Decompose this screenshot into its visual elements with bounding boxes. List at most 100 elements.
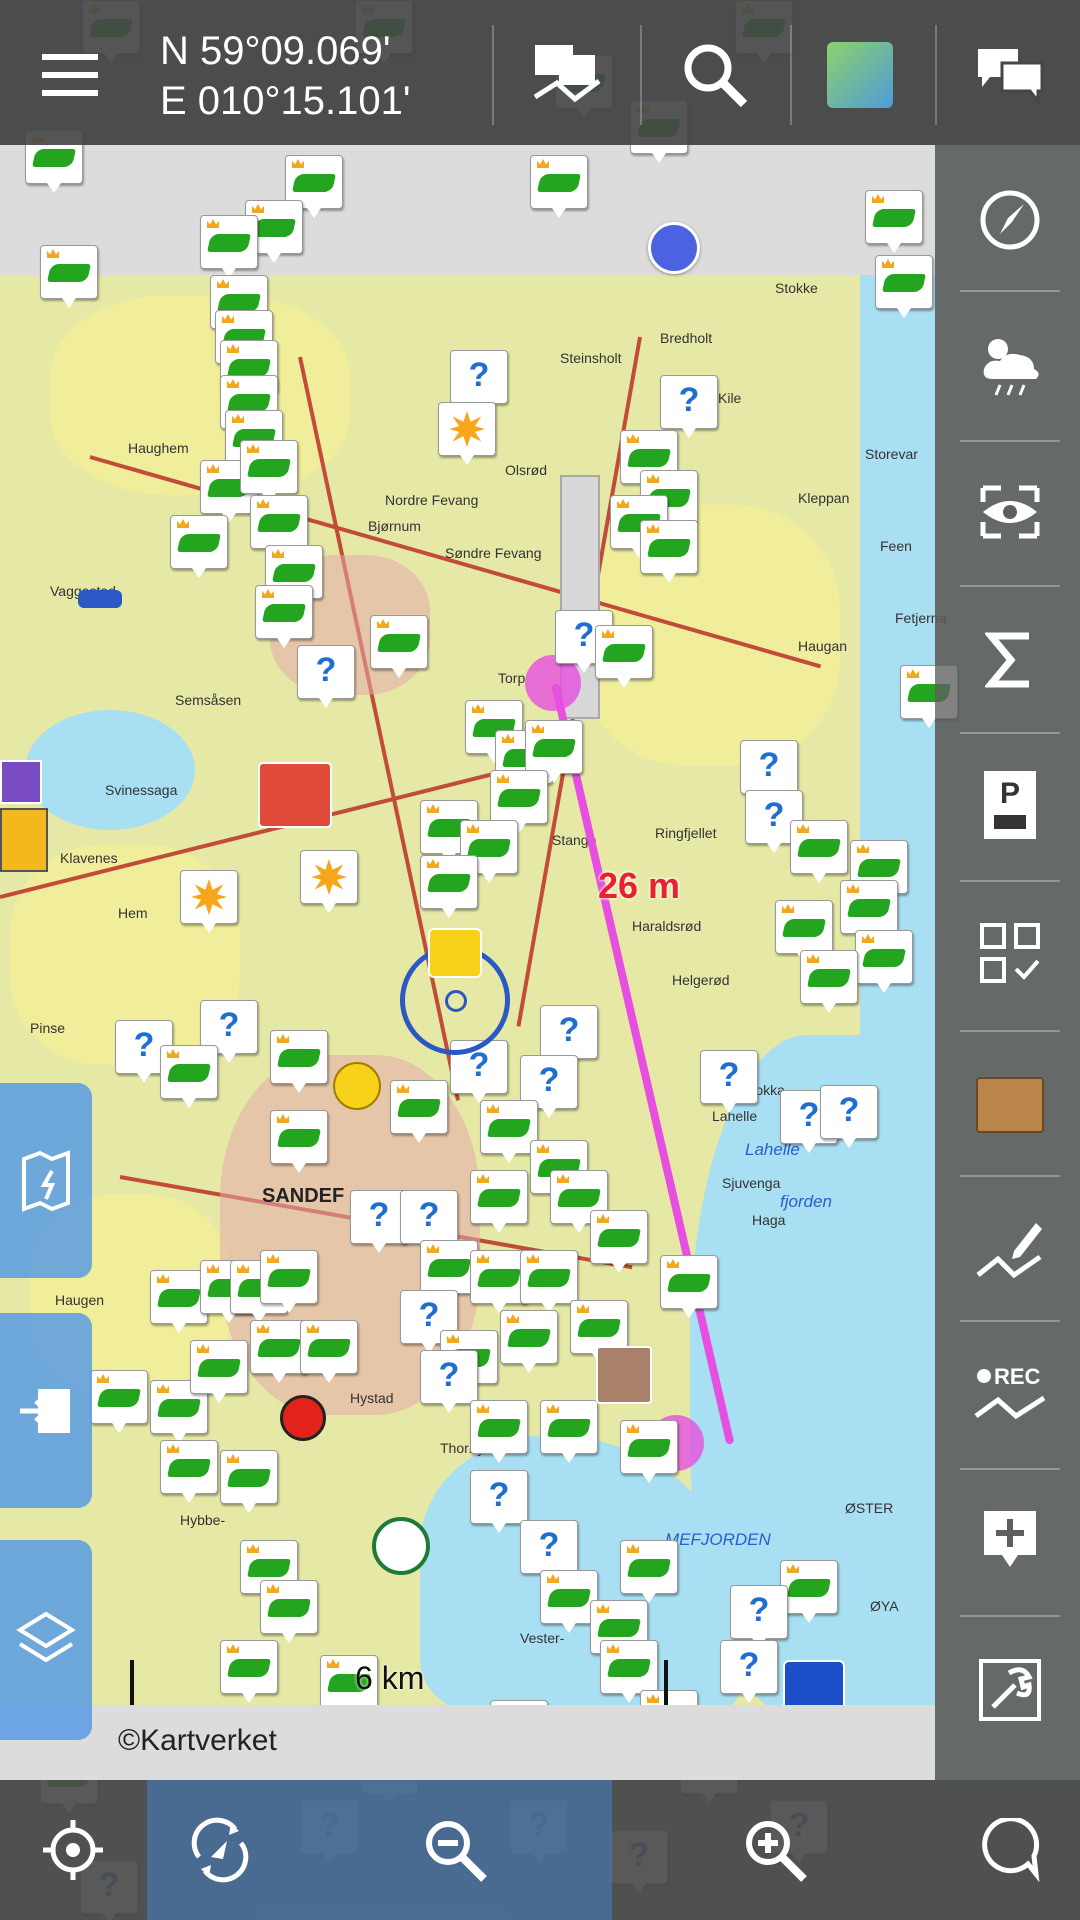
chat-button[interactable]: [955, 20, 1065, 130]
geocache-marker[interactable]: [220, 1450, 278, 1513]
geocache-marker[interactable]: [250, 495, 308, 558]
zoom-out-button[interactable]: [400, 1795, 510, 1905]
draw-track-button[interactable]: [960, 1200, 1060, 1300]
unknown-cache-marker[interactable]: ?: [740, 740, 798, 803]
geocache-marker[interactable]: [390, 1080, 448, 1143]
unknown-cache-marker[interactable]: ?: [720, 1640, 778, 1703]
menu-button[interactable]: [15, 20, 125, 130]
question-mark-icon: ?: [748, 1591, 770, 1629]
recycle-icon[interactable]: [372, 1517, 430, 1575]
parking-car-icon[interactable]: [78, 590, 122, 608]
geocache-marker[interactable]: [260, 1250, 318, 1313]
geocache-marker[interactable]: [840, 880, 898, 943]
left-panel-layers[interactable]: [0, 1540, 92, 1740]
geocache-marker[interactable]: [200, 215, 258, 278]
place-label: MEFJORDEN: [665, 1530, 771, 1549]
sum-button[interactable]: [960, 610, 1060, 710]
geocache-marker[interactable]: [590, 1210, 648, 1273]
left-panel-map-tools[interactable]: [0, 1083, 92, 1278]
geocache-marker[interactable]: [875, 255, 933, 318]
finish-flag-icon[interactable]: [258, 762, 332, 828]
geocache-marker[interactable]: [525, 720, 583, 783]
unknown-cache-marker[interactable]: ?: [730, 1585, 788, 1648]
padlock-marker-icon[interactable]: [428, 928, 482, 978]
record-track-button[interactable]: REC: [960, 1345, 1060, 1445]
crown-icon: [467, 824, 479, 833]
quick-menu-button[interactable]: [955, 1795, 1065, 1905]
parking-button[interactable]: P: [960, 755, 1060, 855]
green-shape-icon: [847, 899, 891, 917]
geocache-marker[interactable]: [260, 1580, 318, 1643]
sun-marker[interactable]: [438, 402, 496, 465]
search-button[interactable]: [660, 20, 770, 130]
left-panel-import[interactable]: [0, 1313, 92, 1508]
geocache-marker[interactable]: [470, 1170, 528, 1233]
geocache-marker[interactable]: [855, 930, 913, 993]
geocache-marker[interactable]: [530, 155, 588, 218]
geocache-marker[interactable]: [270, 1110, 328, 1173]
unknown-cache-marker[interactable]: ?: [470, 1470, 528, 1533]
geocache-marker[interactable]: [300, 1320, 358, 1383]
geocache-marker[interactable]: [800, 950, 858, 1013]
checklist-button[interactable]: [960, 903, 1060, 1003]
add-point-button[interactable]: [960, 1490, 1060, 1590]
geocache-marker[interactable]: [620, 1420, 678, 1483]
geocache-marker[interactable]: [640, 520, 698, 583]
geocache-marker[interactable]: [520, 1250, 578, 1313]
compass-button[interactable]: [960, 170, 1060, 270]
geocache-marker[interactable]: [620, 1540, 678, 1603]
sun-marker[interactable]: [180, 870, 238, 933]
unknown-cache-marker[interactable]: ?: [297, 645, 355, 708]
crown-icon: [477, 1404, 489, 1413]
sun-marker[interactable]: [300, 850, 358, 913]
brown-marker-icon[interactable]: [596, 1346, 652, 1404]
geocache-marker[interactable]: [865, 190, 923, 253]
geocache-marker[interactable]: [490, 770, 548, 833]
settings-button[interactable]: [960, 1640, 1060, 1740]
unknown-cache-marker[interactable]: ?: [820, 1085, 878, 1148]
crown-icon: [507, 1314, 519, 1323]
envelope-icon[interactable]: [0, 760, 42, 804]
unknown-cache-marker[interactable]: ?: [540, 1005, 598, 1068]
geocache-marker[interactable]: [190, 1340, 248, 1403]
geocache-marker[interactable]: [540, 1400, 598, 1463]
geocache-marker[interactable]: [790, 820, 848, 883]
auto-rotate-button[interactable]: [165, 1795, 275, 1905]
geocache-marker[interactable]: [500, 1310, 558, 1373]
geocache-marker[interactable]: [40, 245, 98, 308]
geocache-marker[interactable]: [470, 1400, 528, 1463]
geocache-marker[interactable]: [160, 1045, 218, 1108]
center-location-button[interactable]: [18, 1795, 128, 1905]
crown-icon: [237, 1264, 249, 1273]
geocache-marker[interactable]: [270, 1030, 328, 1093]
weather-button[interactable]: [960, 315, 1060, 415]
map-app-button[interactable]: [805, 20, 915, 130]
unknown-cache-marker[interactable]: ?: [520, 1520, 578, 1583]
geocache-marker[interactable]: [255, 585, 313, 648]
geocache-marker[interactable]: [370, 615, 428, 678]
geocache-marker[interactable]: [775, 900, 833, 963]
geocache-marker[interactable]: [780, 1560, 838, 1623]
unknown-cache-marker[interactable]: ?: [700, 1050, 758, 1113]
geocache-marker[interactable]: [660, 1255, 718, 1318]
sad-face-icon[interactable]: [648, 222, 700, 274]
unknown-cache-marker[interactable]: ?: [400, 1190, 458, 1253]
star-marker-icon[interactable]: [0, 808, 48, 872]
smiley-icon[interactable]: [333, 1062, 381, 1110]
geocache-marker[interactable]: [595, 625, 653, 688]
geocache-marker[interactable]: [240, 440, 298, 503]
visibility-button[interactable]: [960, 462, 1060, 562]
question-mark-icon: ?: [368, 1196, 390, 1234]
zoom-in-button[interactable]: [720, 1795, 830, 1905]
track-button[interactable]: [512, 20, 622, 130]
toolbox-button[interactable]: [960, 1055, 1060, 1155]
geocache-marker[interactable]: [170, 515, 228, 578]
geocache-marker[interactable]: [90, 1370, 148, 1433]
unknown-cache-marker[interactable]: ?: [450, 350, 508, 413]
red-pin-icon[interactable]: [280, 1395, 326, 1441]
geocache-marker[interactable]: [420, 855, 478, 918]
geocache-marker[interactable]: [160, 1440, 218, 1503]
gps-coordinates[interactable]: N 59°09.069' E 010°15.101': [160, 26, 411, 126]
unknown-cache-marker[interactable]: ?: [660, 375, 718, 438]
unknown-cache-marker[interactable]: ?: [420, 1350, 478, 1413]
